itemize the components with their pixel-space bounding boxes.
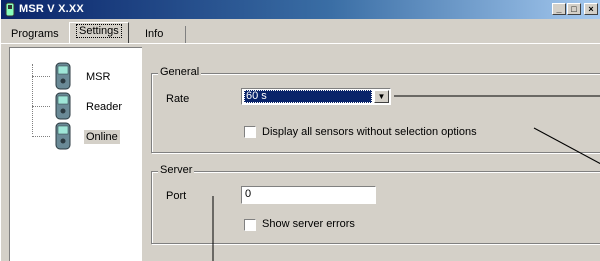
device-icon: [55, 62, 71, 90]
tree-branch-line: [32, 76, 50, 77]
window-title: MSR V X.XX: [19, 3, 84, 15]
tree-item-label: MSR: [86, 71, 111, 83]
port-input[interactable]: 0: [241, 186, 376, 204]
settings-tree[interactable]: MSR Reader Online: [9, 47, 142, 261]
tab-programs[interactable]: Programs: [5, 26, 65, 44]
display-all-checkbox[interactable]: [244, 126, 256, 138]
title-bar[interactable]: MSR V X.XX _ □ ×: [1, 0, 600, 19]
rate-select[interactable]: 60 s ▼: [241, 88, 391, 105]
tab-info[interactable]: Info: [139, 26, 169, 44]
tab-divider: [185, 26, 186, 44]
tab-programs-label: Programs: [11, 28, 59, 40]
close-icon: ×: [588, 4, 594, 14]
tree-item-label: Reader: [86, 101, 123, 113]
general-group: General: [151, 66, 600, 153]
tab-settings-label: Settings: [76, 24, 122, 38]
server-group-title: Server: [158, 164, 195, 176]
display-all-label: Display all sensors without selection op…: [262, 126, 477, 138]
device-icon: [55, 92, 71, 120]
maximize-button[interactable]: □: [567, 3, 581, 15]
app-window: MSR V X.XX _ □ × Programs Settings Info: [0, 0, 600, 261]
tree-connector: [32, 64, 33, 134]
chevron-down-icon[interactable]: ▼: [374, 90, 389, 103]
minimize-icon: _: [556, 4, 562, 14]
rate-label: Rate: [166, 93, 190, 105]
tab-baseline: [1, 43, 600, 44]
tree-branch-line: [32, 106, 50, 107]
tab-settings[interactable]: Settings: [69, 22, 129, 44]
port-label: Port: [166, 190, 187, 202]
device-icon: [55, 122, 71, 150]
tab-info-label: Info: [145, 28, 164, 40]
close-button[interactable]: ×: [584, 3, 598, 15]
general-group-title: General: [158, 66, 202, 78]
show-errors-checkbox[interactable]: [244, 219, 256, 231]
tree-branch-line: [32, 136, 50, 137]
tree-item-label: Online: [84, 130, 120, 144]
show-errors-label: Show server errors: [262, 218, 355, 230]
minimize-button[interactable]: _: [552, 3, 566, 15]
rate-select-value: 60 s: [244, 90, 372, 103]
device-icon: [5, 2, 15, 17]
maximize-icon: □: [571, 4, 577, 14]
server-group: Server: [151, 164, 600, 244]
